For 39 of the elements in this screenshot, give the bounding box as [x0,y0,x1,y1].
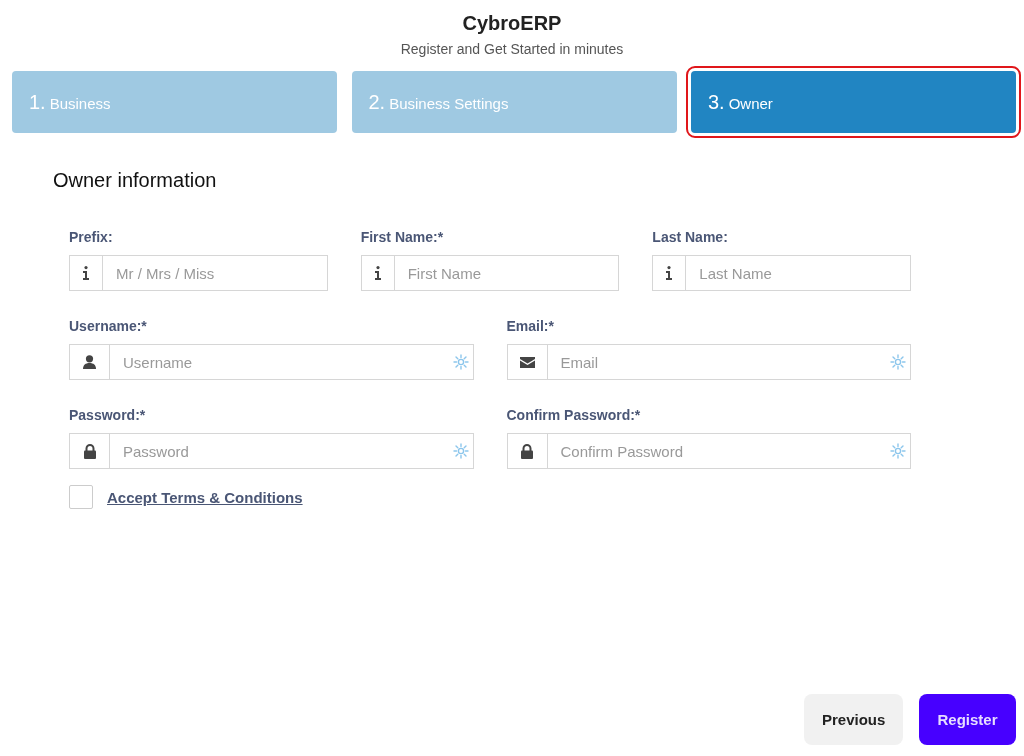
input-field[interactable]: Password [110,435,453,467]
field-label: Username:* [69,318,148,334]
loading-icon [452,443,469,459]
field-label: Prefix: [69,229,114,245]
info-icon [666,266,673,280]
text-field[interactable]: Mr / Mrs / Miss [69,255,328,291]
terms-link[interactable]: Accept Terms & Conditions [107,488,303,506]
input-field[interactable]: Mr / Mrs / Miss [103,257,327,289]
section-title: Owner information [53,169,217,192]
input-field[interactable]: Last Name [686,257,910,289]
loading-icon [890,443,906,459]
text-field[interactable]: Password [69,433,474,469]
input-field[interactable]: First Name [394,257,619,289]
info-icon [83,266,89,280]
text-field[interactable]: Username [69,344,474,380]
app-title: CybroERP [462,12,562,35]
field-label: Last Name: [652,229,729,245]
text-field[interactable]: Last Name [652,255,911,291]
input-field[interactable]: Email [547,346,890,378]
user-icon [83,355,96,369]
app-subtitle: Register and Get Started in minutes [400,41,624,57]
loading-icon [452,354,469,370]
loading-icon [890,354,906,370]
input-field[interactable]: Username [110,346,453,378]
field-label: Password:* [69,407,147,423]
field-label: First Name:* [360,229,445,245]
checkbox[interactable] [69,485,93,509]
register-button[interactable]: Register [919,694,1016,745]
text-field[interactable]: Confirm Password [506,433,911,469]
envelope-icon [519,356,535,368]
text-field[interactable]: Email [506,344,911,380]
field-label: Confirm Password:* [506,407,642,423]
info-icon [374,266,381,280]
lock-icon [83,443,96,459]
field-label: Email:* [506,318,555,334]
input-field[interactable]: Confirm Password [547,435,890,467]
text-field[interactable]: First Name [360,255,620,291]
previous-button[interactable]: Previous [804,694,903,745]
lock-icon [521,443,533,459]
